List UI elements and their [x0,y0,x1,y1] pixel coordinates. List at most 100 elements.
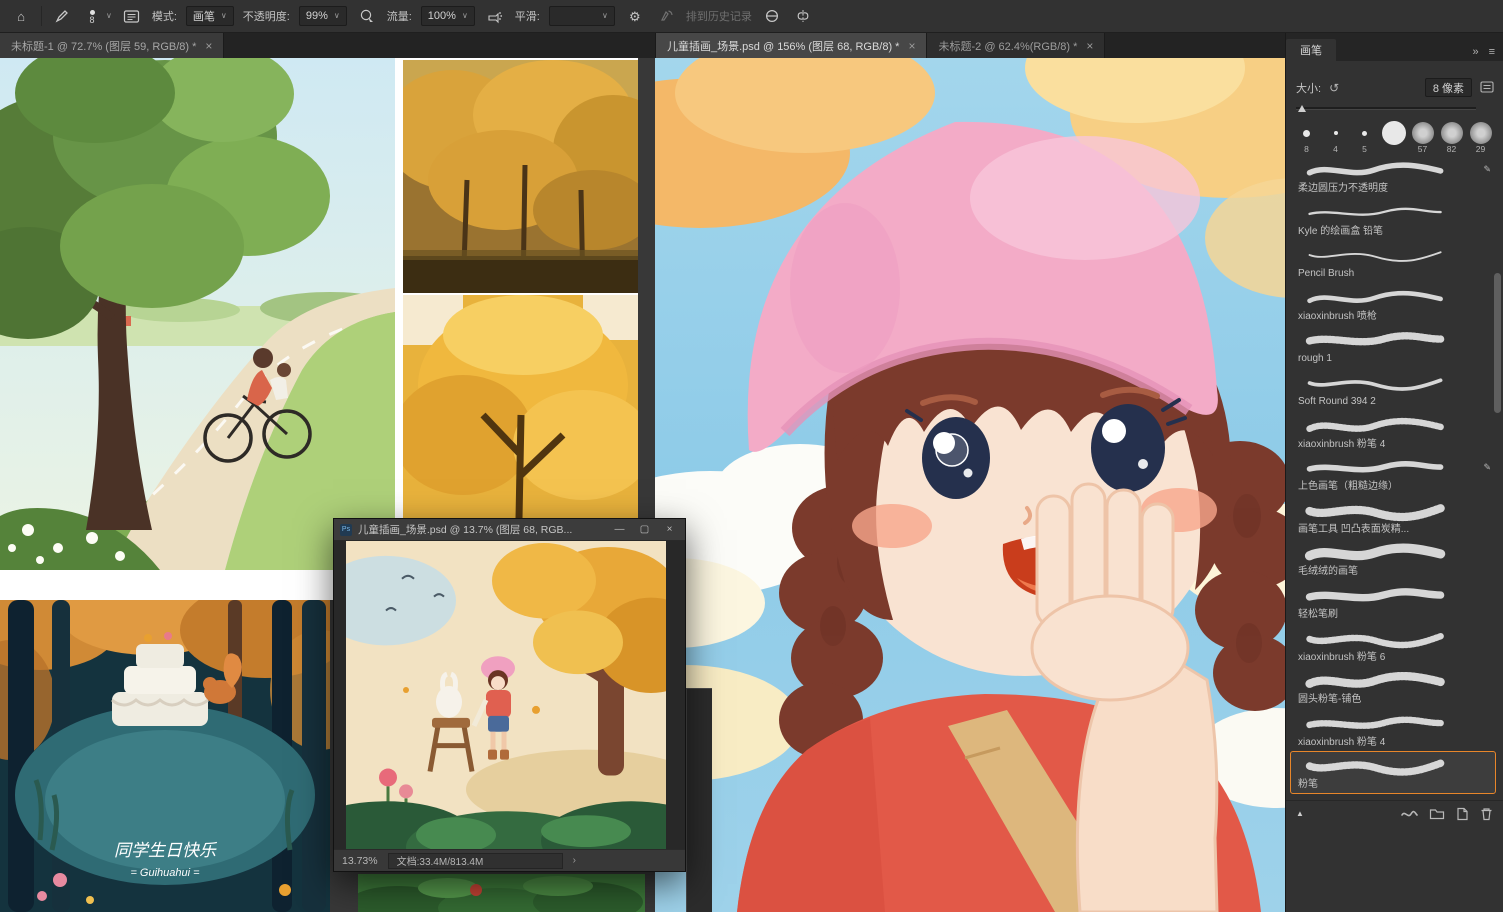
status-chevron-icon[interactable]: › [573,855,576,866]
mode-label: 模式: [151,11,177,23]
background-canvas-peek [358,874,645,912]
paint-to-history-icon [655,5,677,27]
brush-item[interactable]: Kyle 的绘画盒 铅笔 [1290,198,1496,241]
brush-tip-dot-icon [89,9,95,15]
brush-preset-row: 8 4 5 57 82 29 [1292,121,1498,153]
brush-item[interactable]: 轻松笔刷 [1290,581,1496,624]
scene-preview-artwork [346,541,666,849]
brush-size-slider[interactable] [1296,105,1476,112]
panel-menu-icon[interactable]: ≡ [1489,46,1495,58]
brushes-panel-tab[interactable]: 画笔 [1286,39,1336,61]
autumn-tree-photo-1 [403,60,638,293]
photoshop-window: ⌂ 8 ∨ 模式: 画笔 ∨ 不透明度: 99% ∨ 流量: 100% ∨ 平滑… [0,0,1503,912]
brush-preset-picker[interactable]: 8 ∨ [82,8,112,25]
brush-preset-size: 57 [1417,144,1428,154]
brush-item[interactable]: 圆头粉笔-铺色 [1290,666,1496,709]
brush-item[interactable]: xiaoxinbrush 喷枪 [1290,283,1496,326]
tab-close-icon[interactable]: × [908,40,915,52]
tab-untitled-2[interactable]: 未标题-2 @ 62.4%(RGB/8) * × [927,33,1106,58]
toggle-brush-settings-panel-icon[interactable] [121,5,143,27]
brush-item[interactable]: Pencil Brush [1290,240,1496,283]
floating-window-title: 儿童插画_场景.psd @ 13.7% (图层 68, RGB... [358,524,573,536]
forest-caption-text-2: = Guihuahui = [130,867,200,879]
brush-item-label: xiaoxinbrush 喷枪 [1298,310,1377,322]
new-group-folder-icon[interactable] [1429,807,1445,820]
close-icon[interactable]: × [660,524,679,535]
floating-document-window[interactable]: Ps 儿童插画_场景.psd @ 13.7% (图层 68, RGB... — … [333,518,686,872]
brush-item[interactable]: 粉笔 [1290,751,1496,794]
reset-size-icon[interactable]: ↺ [1329,82,1339,94]
chevron-down-icon: ∨ [106,11,112,20]
smoothing-label: 平滑: [514,11,540,23]
preview-slider-marker-icon[interactable]: ▲ [1296,809,1304,818]
options-toolbar: ⌂ 8 ∨ 模式: 画笔 ∨ 不透明度: 99% ∨ 流量: 100% ∨ 平滑… [0,0,1503,33]
opacity-label: 不透明度: [242,11,290,23]
brush-item-label: 毛绒绒的画笔 [1298,566,1358,578]
tab-untitled-1[interactable]: 未标题-1 @ 72.7% (图层 59, RGB/8) * × [0,33,225,58]
brush-item[interactable]: rough 1 [1290,325,1496,368]
toggle-stroke-preview-icon[interactable] [1400,807,1418,821]
minimize-icon[interactable]: — [610,524,629,535]
brush-item[interactable]: 上色画笔（粗糙边缘） ✎ [1290,453,1496,496]
brush-preset-thumbnail [1362,130,1367,136]
main-document-canvas[interactable] [655,58,1285,912]
brush-preset-item[interactable]: 29 [1466,121,1495,154]
zoom-percent[interactable]: 13.73% [342,855,378,867]
home-icon[interactable]: ⌂ [10,5,32,27]
flow-select[interactable]: 100% ∨ [420,6,475,26]
smoothing-options-gear-icon[interactable]: ⚙ [624,5,646,27]
brush-preset-item[interactable]: 5 [1350,121,1379,154]
toolbar-separator [41,6,42,26]
brush-preset-thumbnail [1303,129,1310,137]
brush-preset-size: 82 [1446,144,1457,154]
brush-item[interactable]: xiaoxinbrush 粉笔 4 [1290,411,1496,454]
panel-header: 画笔 » ≡ [1286,33,1503,61]
brush-size-label: 大小: [1296,82,1322,95]
panel-bottom-bar: ▲ [1286,800,1503,826]
tab-scene-psd[interactable]: 儿童插画_场景.psd @ 156% (图层 68, RGB/8) * × [656,33,928,58]
new-brush-icon[interactable] [1456,807,1469,821]
pressure-opacity-icon[interactable] [356,5,378,27]
brush-preset-item[interactable]: 4 [1321,121,1350,154]
floating-window-canvas[interactable] [334,541,685,849]
opacity-value: 99% [305,10,328,22]
brush-size-value[interactable]: 8 像素 [1424,78,1472,97]
brush-settings-icon[interactable] [1480,80,1494,95]
forest-caption-text: 同学生日快乐 [114,841,218,860]
smoothing-input[interactable]: ∨ [548,6,615,26]
brush-preset-item[interactable]: 8 [1292,121,1321,154]
tab-close-icon[interactable]: × [1086,40,1093,52]
brush-preset-thumbnail [1440,122,1463,144]
brush-pressure-badge-icon: ✎ [1483,164,1491,174]
slider-thumb[interactable] [1298,105,1306,112]
mode-select[interactable]: 画笔 ∨ [185,6,234,26]
opacity-select[interactable]: 99% ∨ [298,6,347,26]
document-tab-bar-right: 儿童插画_场景.psd @ 156% (图层 68, RGB/8) * × 未标… [655,33,1285,58]
brushes-panel: 画笔 » ≡ 大小: ↺ 8 像素 8 4 5 57 82 29 柔边圆压力不透… [1285,33,1503,912]
brush-item[interactable]: Soft Round 394 2 [1290,368,1496,411]
brush-preset-thumbnail [1333,131,1338,135]
tab-label: 未标题-1 @ 72.7% (图层 59, RGB/8) * [11,40,197,53]
paint-symmetry-icon[interactable] [792,5,814,27]
brush-preset-item[interactable]: 57 [1408,121,1437,154]
brush-item[interactable]: xiaoxinbrush 粉笔 4 [1290,709,1496,752]
airbrush-icon[interactable] [484,5,506,27]
brush-item[interactable]: xiaoxinbrush 粉笔 6 [1290,624,1496,667]
girl-illustration-artwork [655,58,1285,912]
brush-tool-icon[interactable] [51,5,73,27]
brush-item-label: Soft Round 394 2 [1298,395,1376,407]
brush-item[interactable]: 毛绒绒的画笔 [1290,538,1496,581]
panel-scrollbar[interactable] [1494,273,1501,413]
brush-preset-item[interactable] [1379,121,1408,154]
collapse-panel-icon[interactable]: » [1472,46,1478,58]
floating-window-titlebar[interactable]: Ps 儿童插画_场景.psd @ 13.7% (图层 68, RGB... — … [334,519,685,541]
brush-angle-icon[interactable] [761,5,783,27]
delete-brush-icon[interactable] [1480,807,1493,821]
tab-close-icon[interactable]: × [205,40,212,52]
brush-item-label: rough 1 [1298,353,1332,365]
brush-item[interactable]: 柔边圆压力不透明度 ✎ [1290,155,1496,198]
brush-preset-item[interactable]: 82 [1437,121,1466,154]
brush-item[interactable]: 画笔工具 凹凸表面炭精... [1290,496,1496,539]
maximize-icon[interactable]: ▢ [635,524,654,535]
brush-item-label: 柔边圆压力不透明度 [1298,183,1388,194]
